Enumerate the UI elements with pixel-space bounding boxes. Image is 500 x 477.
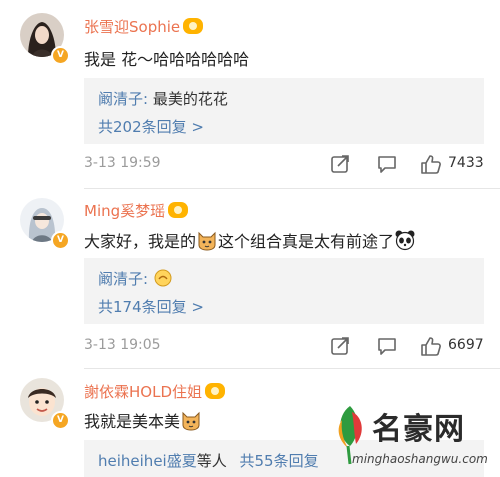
site-watermark: 名豪网 minghaoshangwu.com	[326, 396, 500, 477]
comment-icon[interactable]	[376, 335, 398, 357]
timestamp: 3-13 19:05	[84, 337, 161, 353]
fan-medal-icon	[183, 18, 204, 34]
view-replies-link[interactable]: 共174条回复 >	[98, 296, 204, 317]
thumbs-up-icon[interactable]	[420, 153, 442, 175]
comment-meta: 3-13 19:05 6697	[84, 335, 484, 359]
emoji-icon	[153, 268, 175, 290]
comment-text: 我是 花～哈哈哈哈哈哈	[84, 50, 250, 69]
reply-preview: 阚清子: 最美的花花	[98, 88, 228, 109]
fan-medal-icon	[205, 383, 225, 399]
reply-preview: heiheihei盛夏等人 共55条回复	[98, 450, 319, 471]
reply-author[interactable]: heiheihei盛夏	[98, 452, 197, 470]
fan-medal-icon	[168, 202, 189, 218]
view-replies-link[interactable]: 共202条回复 >	[98, 116, 204, 137]
comment-text: 大家好，我是的 这个组合真是太有前途了	[84, 228, 416, 252]
reply-text: 等人	[196, 452, 227, 470]
reply-text: 最美的花花	[152, 90, 228, 108]
verified-badge-icon: V	[51, 46, 70, 65]
reply-preview-box[interactable]: 阚清子: 共174条回复 >	[84, 258, 484, 324]
cat-emoji-icon	[196, 229, 218, 251]
username-row: 张雪迎Sophie	[84, 16, 204, 37]
comment-text: 我就是美本美	[84, 408, 202, 432]
comment-text-part: 我就是美本美	[84, 412, 181, 431]
timestamp: 3-13 19:59	[84, 155, 161, 171]
reply-author[interactable]: 阚清子:	[98, 270, 148, 288]
panda-emoji-icon	[394, 229, 416, 251]
comment-meta: 3-13 19:59 7433	[84, 153, 484, 177]
divider	[84, 368, 500, 369]
watermark-url: minghaoshangwu.com	[352, 452, 488, 466]
username-row: Ming奚梦瑶	[84, 200, 189, 221]
verified-badge-icon: V	[51, 231, 70, 250]
cat-emoji-icon	[180, 409, 202, 431]
thumbs-up-icon[interactable]	[420, 335, 442, 357]
username[interactable]: 张雪迎Sophie	[84, 18, 180, 36]
like-count: 7433	[448, 155, 484, 171]
reply-preview: 阚清子:	[98, 268, 175, 290]
like-count: 6697	[448, 337, 484, 353]
reply-author[interactable]: 阚清子:	[98, 90, 148, 108]
divider	[84, 188, 500, 189]
reply-preview-box[interactable]: 阚清子: 最美的花花 共202条回复 >	[84, 78, 484, 144]
share-icon[interactable]	[329, 335, 351, 357]
comment-text-part: 大家好，我是的	[84, 232, 197, 251]
username-row: 謝依霖HOLD住姐	[84, 381, 225, 402]
view-replies-link[interactable]: 共55条回复	[240, 452, 319, 470]
username[interactable]: 謝依霖HOLD住姐	[84, 383, 202, 401]
comment-icon[interactable]	[376, 153, 398, 175]
verified-badge-icon: V	[51, 411, 70, 430]
username[interactable]: Ming奚梦瑶	[84, 202, 165, 220]
watermark-brand: 名豪网	[372, 412, 465, 447]
comment-text-part: 这个组合真是太有前途了	[218, 232, 395, 251]
share-icon[interactable]	[329, 153, 351, 175]
